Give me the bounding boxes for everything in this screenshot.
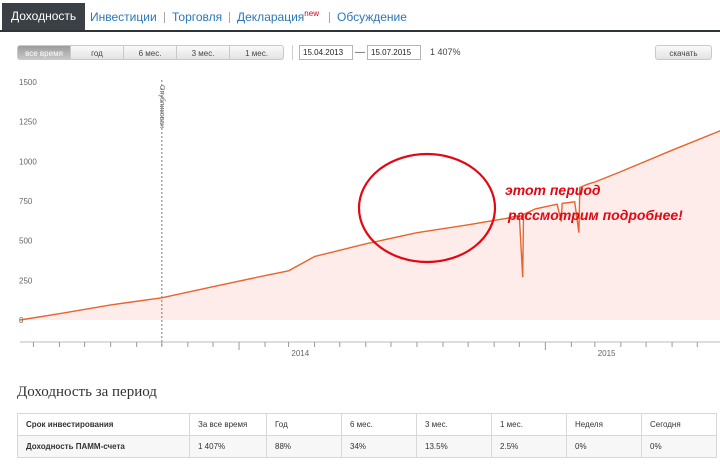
tab-returns[interactable]: Доходность xyxy=(2,3,86,30)
tab-investments[interactable]: Инвестиции xyxy=(90,0,157,30)
table-header-cell: Срок инвестирования xyxy=(17,413,190,436)
x-axis: 2014 2015 xyxy=(20,341,720,358)
period-6m-button[interactable]: 6 мес. xyxy=(124,45,177,60)
table-cell: 13.5% xyxy=(416,435,492,458)
tab-separator xyxy=(329,12,330,23)
table-row: Доходность ПАММ-счета 1 407% 88% 34% 13.… xyxy=(17,435,717,458)
total-return-value: 1 407% xyxy=(430,47,461,57)
controls-divider xyxy=(292,45,293,60)
x-tick-label: 2015 xyxy=(598,349,616,358)
tab-bar: Доходность Инвестиции Торговля Деклараци… xyxy=(0,0,720,32)
y-tick-label: 1000 xyxy=(19,157,37,166)
table-header-row: Срок инвестирования За все время Год 6 м… xyxy=(17,413,717,436)
table-header-cell: За все время xyxy=(189,413,267,436)
table-cell: Доходность ПАММ-счета xyxy=(17,435,190,458)
new-badge: new xyxy=(304,9,319,18)
table-cell: 0% xyxy=(641,435,717,458)
date-range-dash: — xyxy=(355,47,365,58)
y-tick-label: 1500 xyxy=(19,78,37,87)
date-to-input[interactable] xyxy=(367,45,421,60)
tab-trading[interactable]: Торговля xyxy=(172,0,222,30)
annotation-text-line1: этот период xyxy=(505,182,601,198)
period-1m-button[interactable]: 1 мес. xyxy=(230,45,284,60)
tab-declaration[interactable]: Декларацияnew xyxy=(237,0,319,30)
tab-separator xyxy=(164,12,165,23)
y-tick-label: 500 xyxy=(19,237,33,246)
table-header-cell: 3 мес. xyxy=(416,413,492,436)
table-cell: 34% xyxy=(341,435,417,458)
download-button[interactable]: скачать xyxy=(655,45,712,60)
period-selector: все время год 6 мес. 3 мес. 1 мес. xyxy=(17,45,284,60)
table-cell: 88% xyxy=(266,435,342,458)
y-axis: 0 250 500 750 1000 1250 1500 xyxy=(19,78,37,325)
x-tick-label: 2014 xyxy=(291,349,309,358)
y-tick-label: 1250 xyxy=(19,118,37,127)
table-cell: 2.5% xyxy=(491,435,567,458)
tab-discussion[interactable]: Обсуждение xyxy=(337,0,407,30)
publish-marker-label: Опубликован xyxy=(158,85,166,128)
annotation-text-line2: рассмотрим подробнее! xyxy=(507,207,683,223)
period-year-button[interactable]: год xyxy=(71,45,124,60)
table-header-cell: Неделя xyxy=(566,413,642,436)
period-3m-button[interactable]: 3 мес. xyxy=(177,45,230,60)
table-header-cell: 6 мес. xyxy=(341,413,417,436)
y-tick-label: 750 xyxy=(19,197,33,206)
tab-declaration-label: Декларация xyxy=(237,10,305,24)
table-cell: 1 407% xyxy=(189,435,267,458)
table-header-cell: Сегодня xyxy=(641,413,717,436)
tab-separator xyxy=(229,12,230,23)
table-header-cell: Год xyxy=(266,413,342,436)
table-header-cell: 1 мес. xyxy=(491,413,567,436)
table-cell: 0% xyxy=(566,435,642,458)
y-tick-label: 0 xyxy=(19,316,24,325)
section-title: Доходность за период xyxy=(17,384,157,400)
returns-table: Срок инвестирования За все время Год 6 м… xyxy=(17,413,717,458)
date-from-input[interactable] xyxy=(299,45,353,60)
y-tick-label: 250 xyxy=(19,276,33,285)
period-all-time-button[interactable]: все время xyxy=(17,45,71,60)
returns-chart: 0250500750100012501500 Опубликован 2014 2… xyxy=(19,78,720,358)
